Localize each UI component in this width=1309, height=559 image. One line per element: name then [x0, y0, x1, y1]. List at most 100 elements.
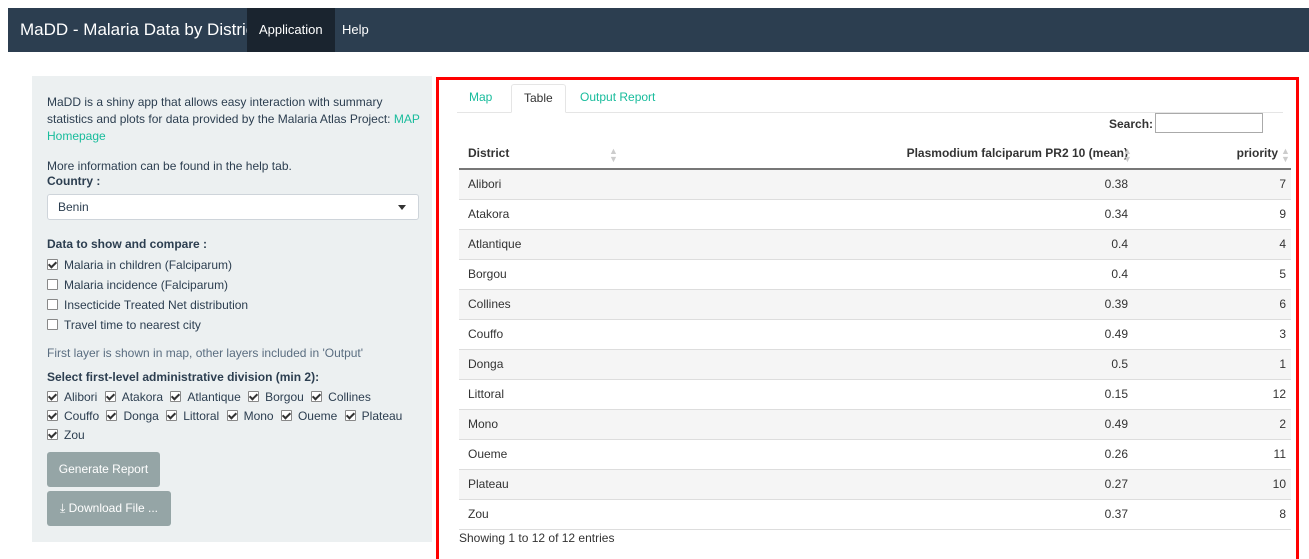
checkbox-unchecked[interactable] — [47, 299, 58, 311]
cell-district: Donga — [468, 357, 504, 371]
nav-tab-application[interactable]: Application — [247, 8, 335, 52]
checkbox-unchecked[interactable] — [47, 279, 58, 291]
table-row[interactable]: Atakora 0.34 9 — [459, 200, 1291, 230]
cell-pfpr-mean: 0.37 — [1104, 507, 1128, 521]
table-row[interactable]: Oueme 0.26 11 — [459, 440, 1291, 470]
cell-pfpr-mean: 0.5 — [1111, 357, 1128, 371]
chevron-down-icon — [398, 205, 406, 210]
cell-district: Atlantique — [468, 237, 522, 251]
checkbox-checked[interactable] — [47, 410, 58, 422]
sort-icon[interactable]: ▲ ▼ — [1281, 147, 1290, 164]
admin-option-mono[interactable]: Mono — [244, 409, 274, 423]
checkbox-checked[interactable] — [47, 259, 58, 271]
admin-option-alibori[interactable]: Alibori — [64, 390, 97, 404]
checkbox-checked[interactable] — [344, 410, 356, 422]
country-select[interactable]: Benin — [47, 194, 419, 220]
nav-tab-help[interactable]: Help — [330, 8, 381, 52]
admin-option-zou[interactable]: Zou — [64, 428, 85, 442]
checkbox-checked[interactable] — [280, 410, 292, 422]
cell-district: Zou — [468, 507, 489, 521]
checkbox-checked[interactable] — [104, 391, 116, 403]
admin-option-collines[interactable]: Collines — [328, 390, 371, 404]
admin-option-plateau[interactable]: Plateau — [362, 409, 403, 423]
cell-pfpr-mean: 0.4 — [1111, 237, 1128, 251]
cell-district: Couffo — [468, 327, 504, 341]
table-info: Showing 1 to 12 of 12 entries — [459, 531, 615, 545]
admin-option-atakora[interactable]: Atakora — [122, 390, 163, 404]
table-row[interactable]: Donga 0.5 1 — [459, 350, 1291, 380]
data-option-label: Travel time to nearest city — [64, 318, 201, 332]
checkbox-checked[interactable] — [226, 410, 238, 422]
cell-district: Atakora — [468, 207, 510, 221]
more-info-text: More information can be found in the hel… — [47, 159, 292, 173]
table-row[interactable]: Collines 0.39 6 — [459, 290, 1291, 320]
data-option-malaria-children[interactable]: Malaria in children (Falciparum) — [47, 257, 232, 273]
cell-pfpr-mean: 0.34 — [1104, 207, 1128, 221]
admin-option-oueme[interactable]: Oueme — [298, 409, 337, 423]
data-option-itn-distribution[interactable]: Insecticide Treated Net distribution — [47, 297, 248, 313]
data-option-malaria-incidence[interactable]: Malaria incidence (Falciparum) — [47, 277, 228, 293]
cell-pfpr-mean: 0.15 — [1104, 387, 1128, 401]
table-row[interactable]: Borgou 0.4 5 — [459, 260, 1291, 290]
data-option-label: Malaria in children (Falciparum) — [64, 258, 233, 272]
checkbox-checked[interactable] — [166, 410, 178, 422]
cell-district: Littoral — [468, 387, 505, 401]
cell-pfpr-mean: 0.49 — [1104, 417, 1128, 431]
sidebar-panel: MaDD is a shiny app that allows easy int… — [32, 76, 432, 542]
table-row[interactable]: Mono 0.49 2 — [459, 410, 1291, 440]
tab-output-report[interactable]: Output Report — [568, 84, 667, 112]
download-file-button[interactable]: ⤓ Download File ... — [47, 491, 171, 526]
checkbox-checked[interactable] — [47, 391, 58, 403]
intro-text-body: MaDD is a shiny app that allows easy int… — [47, 95, 391, 126]
cell-pfpr-mean: 0.27 — [1104, 477, 1128, 491]
app-brand[interactable]: MaDD - Malaria Data by District — [20, 8, 259, 52]
table-row[interactable]: Couffo 0.49 3 — [459, 320, 1291, 350]
country-label: Country : — [47, 174, 101, 188]
checkbox-checked[interactable] — [106, 410, 118, 422]
table-row[interactable]: Zou 0.37 8 — [459, 500, 1291, 530]
cell-priority: 8 — [1279, 507, 1286, 521]
intro-text: MaDD is a shiny app that allows easy int… — [47, 94, 422, 145]
checkbox-checked[interactable] — [248, 391, 260, 403]
cell-priority: 7 — [1279, 177, 1286, 191]
navbar: MaDD - Malaria Data by District Applicat… — [8, 8, 1309, 52]
table-row[interactable]: Atlantique 0.4 4 — [459, 230, 1291, 260]
cell-district: Plateau — [468, 477, 509, 491]
cell-pfpr-mean: 0.4 — [1111, 267, 1128, 281]
sort-icon[interactable]: ▲ ▼ — [1123, 147, 1132, 164]
admin-option-donga[interactable]: Donga — [123, 409, 158, 423]
admin-option-couffo[interactable]: Couffo — [64, 409, 99, 423]
admin-options-row-1: Alibori Atakora Atlantique Borgou Collin… — [47, 389, 371, 405]
table-row[interactable]: Alibori 0.38 7 — [459, 170, 1291, 200]
cell-priority: 3 — [1279, 327, 1286, 341]
column-header-pfpr[interactable]: Plasmodium falciparum PR2 10 (mean) — [907, 146, 1128, 160]
column-header-priority[interactable]: priority — [1237, 146, 1278, 160]
cell-priority: 12 — [1272, 387, 1286, 401]
cell-priority: 9 — [1279, 207, 1286, 221]
checkbox-unchecked[interactable] — [47, 319, 58, 331]
column-header-district[interactable]: District — [468, 146, 509, 160]
table-row[interactable]: Littoral 0.15 12 — [459, 380, 1291, 410]
checkbox-checked[interactable] — [170, 391, 182, 403]
checkbox-checked[interactable] — [47, 429, 58, 441]
cell-pfpr-mean: 0.26 — [1104, 447, 1128, 461]
generate-report-button[interactable]: Generate Report — [47, 452, 160, 487]
data-option-travel-time[interactable]: Travel time to nearest city — [47, 317, 201, 333]
cell-district: Oueme — [468, 447, 508, 461]
tab-map[interactable]: Map — [457, 84, 504, 112]
admin-options-row-3: Zou — [47, 427, 85, 443]
search-input[interactable] — [1155, 113, 1263, 133]
data-option-label: Malaria incidence (Falciparum) — [64, 278, 229, 292]
cell-district: Mono — [468, 417, 499, 431]
admin-options-row-2: Couffo Donga Littoral Mono Oueme Plateau — [47, 408, 402, 424]
checkbox-checked[interactable] — [311, 391, 323, 403]
table-body: Alibori 0.38 7 Atakora 0.34 9 Atlantique 0.4 4 Bo… — [459, 170, 1291, 530]
table-row[interactable]: Plateau 0.27 10 — [459, 470, 1291, 500]
admin-option-littoral[interactable]: Littoral — [183, 409, 219, 423]
admin-option-atlantique[interactable]: Atlantique — [187, 390, 240, 404]
admin-option-borgou[interactable]: Borgou — [265, 390, 304, 404]
tab-table[interactable]: Table — [511, 84, 566, 113]
sort-icon[interactable]: ▲ ▼ — [609, 147, 618, 164]
cell-priority: 6 — [1279, 297, 1286, 311]
data-table: District ▲ ▼ Plasmodium falciparum PR2 10… — [459, 140, 1291, 530]
